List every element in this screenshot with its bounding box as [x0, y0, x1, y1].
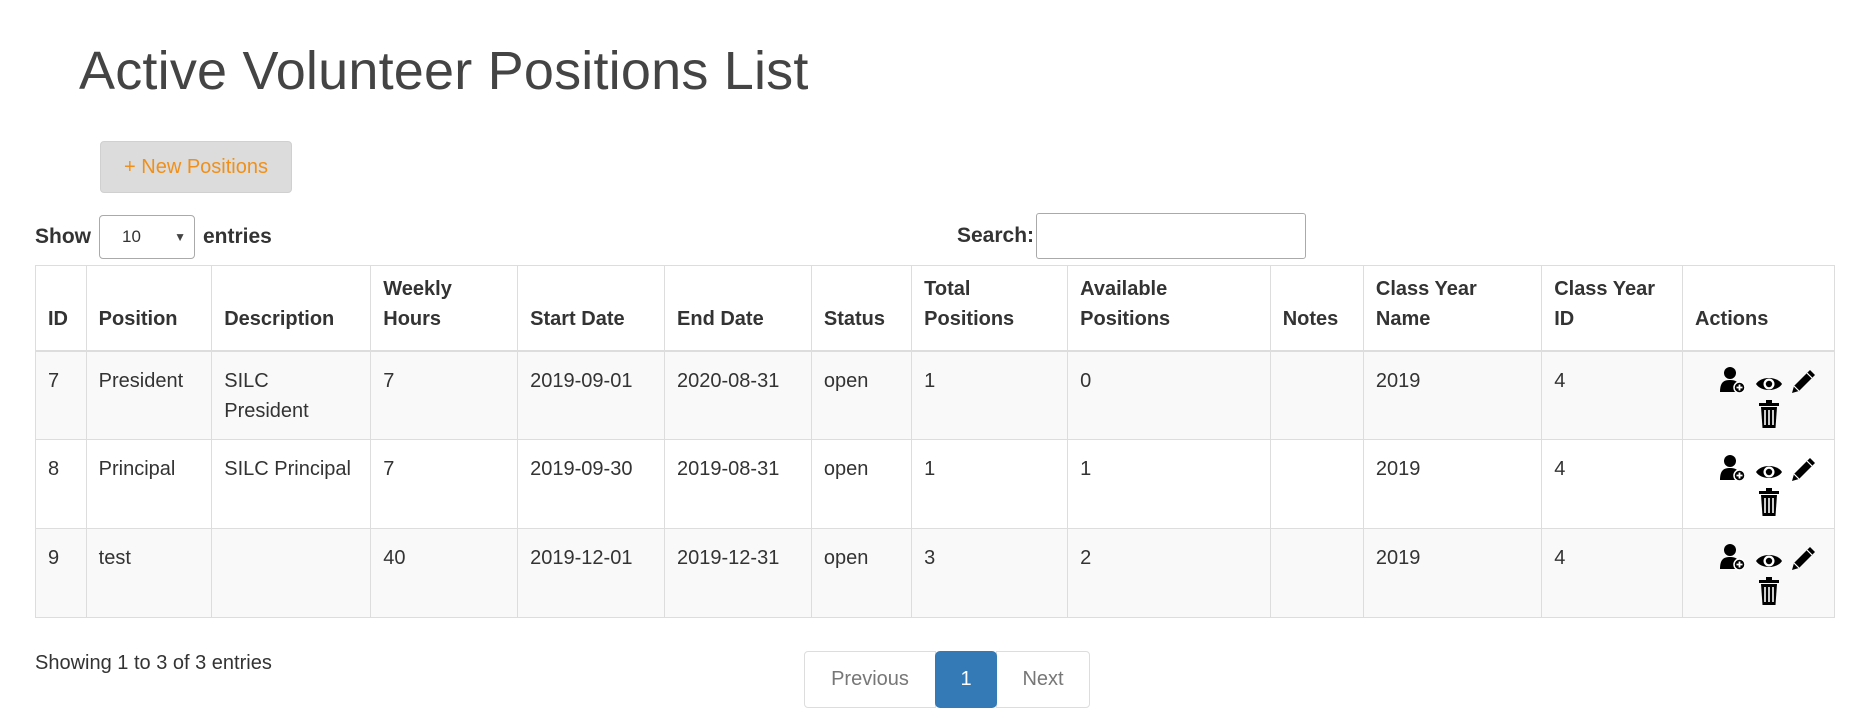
cell-status: open [810, 528, 913, 618]
cell-total-positions: 1 [911, 439, 1069, 529]
eye-icon[interactable] [1755, 461, 1783, 491]
cell-class-year-id: 4 [1541, 350, 1683, 440]
cell-status: open [810, 350, 913, 440]
cell-available-positions: 1 [1067, 439, 1271, 529]
current-page-button[interactable]: 1 [935, 651, 997, 708]
column-header[interactable]: End Date [664, 265, 812, 352]
cell-weekly-hours: 7 [370, 350, 519, 440]
cell-notes [1269, 439, 1364, 529]
table-header-row: ID Position Description Weekly Hours Sta… [35, 265, 1836, 352]
column-header[interactable]: Start Date [517, 265, 666, 352]
add-user-icon[interactable] [1719, 454, 1746, 491]
cell-position: Principal [85, 439, 213, 529]
cell-class-year-name: 2019 [1362, 350, 1543, 440]
cell-class-year-name: 2019 [1362, 528, 1543, 618]
column-header[interactable]: Position [85, 265, 213, 352]
next-page-button[interactable]: Next [996, 651, 1090, 708]
cell-position: test [85, 528, 213, 618]
pencil-icon[interactable] [1789, 366, 1819, 405]
add-user-icon[interactable] [1719, 366, 1746, 403]
cell-actions [1681, 528, 1836, 618]
cell-class-year-id: 4 [1541, 439, 1683, 529]
cell-notes [1269, 528, 1364, 618]
column-header[interactable]: Class Year ID [1541, 265, 1683, 352]
previous-page-button[interactable]: Previous [804, 651, 936, 708]
cell-weekly-hours: 7 [370, 439, 519, 529]
pagination: Previous 1 Next [804, 651, 1090, 708]
cell-description: SILC Principal [211, 439, 372, 529]
column-header[interactable]: Class Year Name [1362, 265, 1543, 352]
column-header[interactable]: ID [35, 265, 87, 352]
entries-length-control: Show 10 ▼ entries [35, 215, 272, 259]
search-control: Search: [957, 213, 1307, 259]
trash-icon[interactable] [1758, 488, 1780, 525]
new-positions-button[interactable]: + New Positions [100, 141, 292, 193]
cell-available-positions: 0 [1067, 350, 1271, 440]
cell-status: open [810, 439, 913, 529]
cell-end-date: 2020-08-31 [664, 350, 812, 440]
cell-weekly-hours: 40 [370, 528, 519, 618]
trash-icon[interactable] [1758, 577, 1780, 614]
cell-end-date: 2019-12-31 [664, 528, 812, 618]
chevron-down-icon: ▼ [174, 230, 186, 244]
positions-table: ID Position Description Weekly Hours Sta… [35, 265, 1836, 618]
eye-icon[interactable] [1755, 373, 1783, 403]
table-row: 9 test 40 2019-12-01 2019-12-31 open 3 2 2019 4 [35, 528, 1836, 618]
cell-total-positions: 1 [911, 350, 1069, 440]
search-input[interactable] [1036, 213, 1307, 259]
entries-label: entries [203, 225, 272, 248]
show-label: Show [35, 225, 91, 248]
cell-actions [1681, 350, 1836, 440]
table-info: Showing 1 to 3 of 3 entries [35, 652, 272, 674]
cell-total-positions: 3 [911, 528, 1069, 618]
cell-position: President [85, 350, 213, 440]
cell-id: 7 [35, 350, 87, 440]
column-header[interactable]: Status [810, 265, 913, 352]
entries-per-page-value: 10 [122, 227, 141, 246]
column-header[interactable]: Total Positions [911, 265, 1069, 352]
page-title: Active Volunteer Positions List [79, 41, 809, 101]
cell-start-date: 2019-09-01 [517, 350, 666, 440]
column-header[interactable]: Notes [1269, 265, 1364, 352]
trash-icon[interactable] [1758, 399, 1780, 437]
cell-actions [1681, 439, 1836, 529]
cell-description: SILC President [211, 350, 372, 440]
cell-class-year-id: 4 [1541, 528, 1683, 618]
cell-description [211, 528, 372, 618]
cell-id: 8 [35, 439, 87, 529]
column-header[interactable]: Description [211, 265, 372, 352]
entries-per-page-select[interactable]: 10 ▼ [99, 215, 195, 259]
add-user-icon[interactable] [1719, 543, 1746, 580]
pencil-icon[interactable] [1789, 543, 1819, 582]
column-header[interactable]: Available Positions [1067, 265, 1271, 352]
cell-available-positions: 2 [1067, 528, 1271, 618]
pencil-icon[interactable] [1789, 454, 1819, 493]
cell-notes [1269, 350, 1364, 440]
eye-icon[interactable] [1755, 550, 1783, 580]
column-header: Actions [1681, 265, 1836, 352]
cell-start-date: 2019-12-01 [517, 528, 666, 618]
cell-start-date: 2019-09-30 [517, 439, 666, 529]
cell-end-date: 2019-08-31 [664, 439, 812, 529]
table-row: 8 Principal SILC Principal 7 2019-09-30 2019-… [35, 439, 1836, 529]
table-row: 7 President SILC President 7 2019-09-01 2020-… [35, 350, 1836, 440]
search-label: Search: [957, 224, 1035, 247]
cell-id: 9 [35, 528, 87, 618]
column-header[interactable]: Weekly Hours [370, 265, 519, 352]
cell-class-year-name: 2019 [1362, 439, 1543, 529]
